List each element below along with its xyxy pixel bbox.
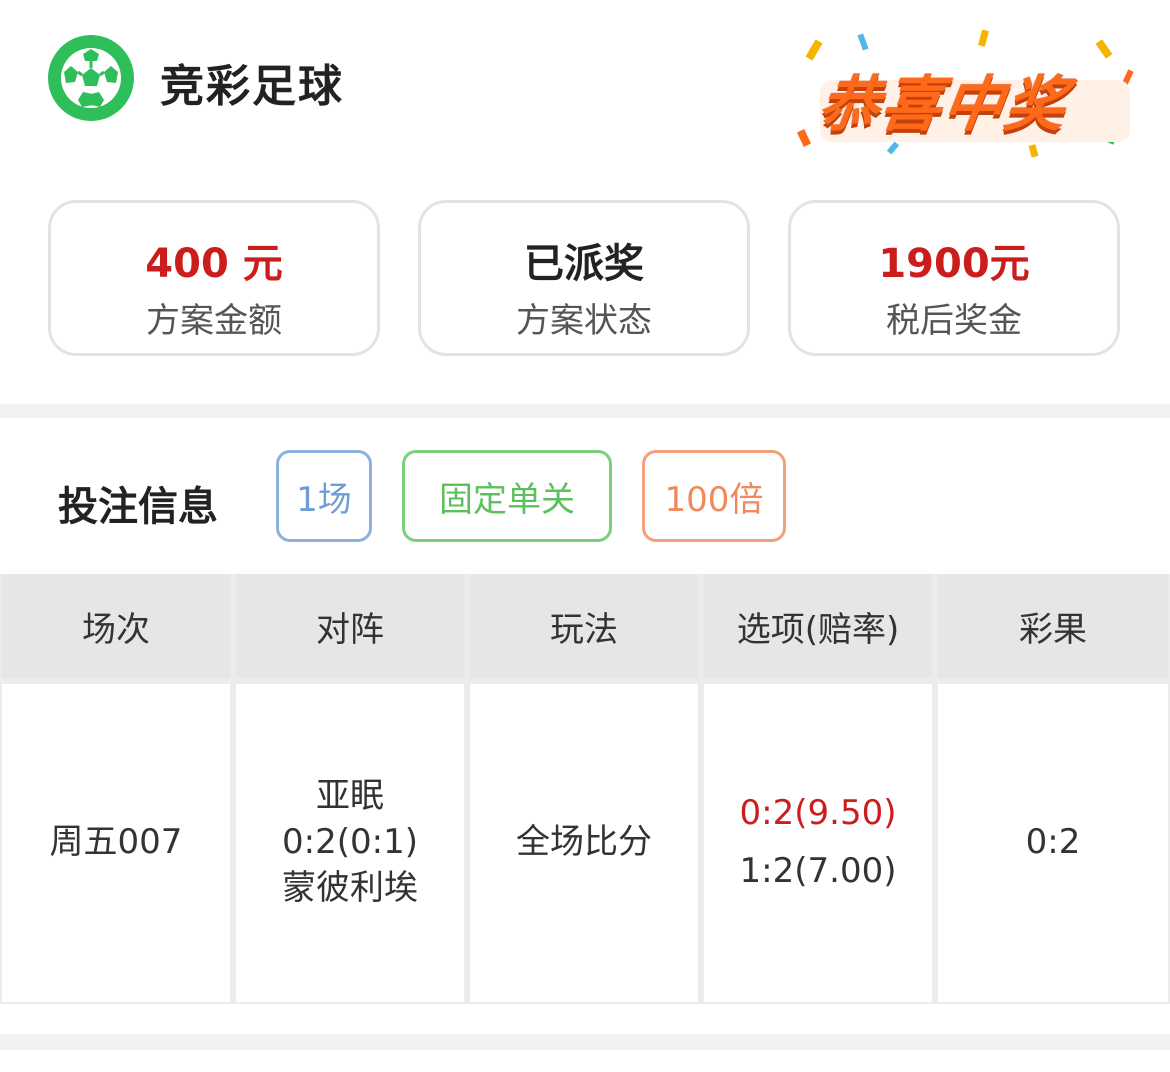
summary-section: 400 元 方案金额 已派奖 方案状态 1900元 税后奖金 (0, 200, 1170, 360)
fixture-score: 0:2(0:1) (282, 822, 418, 863)
amount-value: 400 元 (145, 241, 283, 287)
other-option: 1:2(7.00) (739, 851, 897, 891)
prize-card: 1900元 税后奖金 (788, 200, 1120, 356)
header-play: 玩法 (470, 574, 698, 678)
cell-match-no: 周五007 (2, 684, 230, 1002)
prize-value: 1900元 (878, 241, 1030, 287)
multiplier-tag: 100倍 (642, 450, 786, 542)
away-team: 蒙彼利埃 (282, 867, 418, 908)
header-match-no: 场次 (2, 574, 230, 678)
bet-info-title: 投注信息 (58, 484, 218, 530)
win-badge-text: 恭喜中奖 (814, 70, 1073, 140)
bottom-divider (0, 1034, 1170, 1050)
cell-option: 0:2(9.50) 1:2(7.00) (704, 684, 932, 1002)
match-no-text: 周五007 (49, 822, 183, 863)
status-card: 已派奖 方案状态 (418, 200, 750, 356)
result-text: 0:2 (1025, 822, 1081, 863)
amount-label: 方案金额 (146, 301, 282, 341)
header-option: 选项(赔率) (704, 574, 932, 678)
cell-fixture: 亚眠 0:2(0:1) 蒙彼利埃 (236, 684, 464, 1002)
bet-info-header: 投注信息 1场 固定单关 100倍 (0, 440, 1170, 550)
match-count-tag: 1场 (276, 450, 372, 542)
section-divider (0, 404, 1170, 418)
cell-result: 0:2 (938, 684, 1168, 1002)
winning-option: 0:2(9.50) (739, 793, 897, 834)
status-label: 方案状态 (516, 301, 652, 341)
header: 竞彩足球 恭喜中奖 (0, 0, 1170, 170)
play-text: 全场比分 (516, 822, 652, 863)
amount-card: 400 元 方案金额 (48, 200, 380, 356)
cell-play: 全场比分 (470, 684, 698, 1002)
status-value: 已派奖 (524, 241, 644, 287)
prize-label: 税后奖金 (886, 301, 1022, 341)
header-result: 彩果 (938, 574, 1168, 678)
soccer-ball-icon (48, 35, 134, 121)
app-title: 竞彩足球 (160, 61, 344, 112)
bet-type-tag: 固定单关 (402, 450, 612, 542)
header-fixture: 对阵 (236, 574, 464, 678)
home-team: 亚眠 (316, 776, 384, 817)
